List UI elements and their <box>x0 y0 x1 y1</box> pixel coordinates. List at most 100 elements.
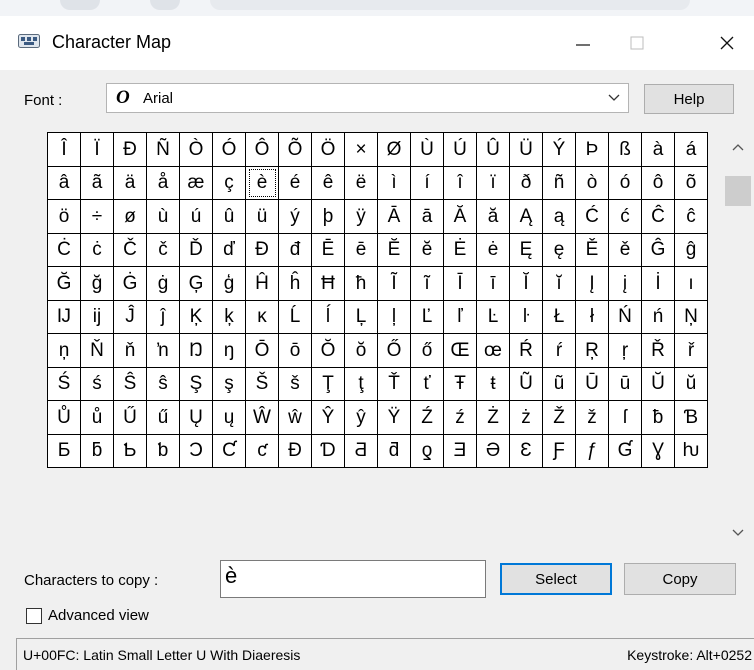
character-cell[interactable]: ŧ <box>476 366 510 401</box>
character-cell[interactable]: Ğ <box>47 266 81 301</box>
character-cell[interactable]: Þ <box>575 132 609 167</box>
character-cell[interactable]: ņ <box>47 333 81 368</box>
character-cell[interactable]: ė <box>476 232 510 267</box>
character-cell[interactable]: ƀ <box>641 400 675 435</box>
character-cell[interactable]: Ŀ <box>476 299 510 334</box>
character-cell[interactable]: ď <box>212 232 246 267</box>
character-cell[interactable]: ï <box>476 165 510 200</box>
character-cell[interactable]: Ŏ <box>311 333 345 368</box>
scrollbar-thumb[interactable] <box>725 176 751 206</box>
character-cell[interactable]: ÷ <box>80 199 114 234</box>
scroll-up-icon[interactable] <box>732 142 744 152</box>
character-cell[interactable]: Ŵ <box>245 400 279 435</box>
character-cell[interactable]: Ɔ <box>179 433 213 468</box>
character-cell[interactable]: Ƃ <box>47 433 81 468</box>
character-cell[interactable]: ç <box>212 165 246 200</box>
grid-scrollbar[interactable] <box>722 132 754 546</box>
maximize-button[interactable] <box>610 16 664 70</box>
character-cell[interactable]: ē <box>344 232 378 267</box>
character-cell[interactable]: İ <box>641 266 675 301</box>
character-cell[interactable]: Ñ <box>146 132 180 167</box>
character-cell[interactable]: ī <box>476 266 510 301</box>
character-cell[interactable]: Ə <box>476 433 510 468</box>
character-cell[interactable]: Ż <box>476 400 510 435</box>
character-cell[interactable]: Õ <box>278 132 312 167</box>
character-cell[interactable]: Ÿ <box>377 400 411 435</box>
character-cell[interactable]: Ġ <box>113 266 147 301</box>
character-cell[interactable]: Ň <box>80 333 114 368</box>
character-cell[interactable]: å <box>146 165 180 200</box>
character-cell[interactable]: ë <box>344 165 378 200</box>
character-cell[interactable]: Ŋ <box>179 333 213 368</box>
close-button[interactable] <box>700 16 754 70</box>
character-cell[interactable]: ĭ <box>542 266 576 301</box>
character-cell[interactable]: Ŗ <box>575 333 609 368</box>
character-cell[interactable]: ķ <box>212 299 246 334</box>
character-cell[interactable]: Ĥ <box>245 266 279 301</box>
character-cell[interactable]: ƃ <box>80 433 114 468</box>
character-cell[interactable]: Ɣ <box>641 433 675 468</box>
character-cell[interactable]: Ź <box>410 400 444 435</box>
help-button[interactable]: Help <box>644 84 734 114</box>
character-cell[interactable]: Ø <box>377 132 411 167</box>
character-cell[interactable]: × <box>344 132 378 167</box>
character-cell[interactable]: Ť <box>377 366 411 401</box>
character-cell[interactable]: Ɗ <box>311 433 345 468</box>
character-cell[interactable]: ň <box>113 333 147 368</box>
character-cell[interactable]: Ć <box>575 199 609 234</box>
character-cell[interactable]: Û <box>476 132 510 167</box>
character-cell[interactable]: Ă <box>443 199 477 234</box>
character-cell[interactable]: ł <box>575 299 609 334</box>
copy-button[interactable]: Copy <box>624 563 736 595</box>
character-cell[interactable]: ù <box>146 199 180 234</box>
character-cell[interactable]: ŝ <box>146 366 180 401</box>
character-cell[interactable]: Ƌ <box>344 433 378 468</box>
character-cell[interactable]: Ö <box>311 132 345 167</box>
character-cell[interactable]: Ó <box>212 132 246 167</box>
character-cell[interactable]: ô <box>641 165 675 200</box>
character-cell[interactable]: ě <box>608 232 642 267</box>
character-cell[interactable]: Ƒ <box>542 433 576 468</box>
character-cell[interactable]: Œ <box>443 333 477 368</box>
character-cell[interactable]: ŭ <box>674 366 708 401</box>
character-cell[interactable]: ŉ <box>146 333 180 368</box>
character-cell[interactable]: û <box>212 199 246 234</box>
character-cell[interactable]: Î <box>47 132 81 167</box>
character-cell[interactable]: Ü <box>509 132 543 167</box>
character-cell[interactable]: Ï <box>80 132 114 167</box>
character-cell[interactable]: Ű <box>113 400 147 435</box>
character-cell[interactable]: ß <box>608 132 642 167</box>
character-cell[interactable]: ċ <box>80 232 114 267</box>
character-cell[interactable]: Ş <box>179 366 213 401</box>
character-cell[interactable]: Ý <box>542 132 576 167</box>
character-cell[interactable]: ĝ <box>674 232 708 267</box>
character-cell[interactable]: Ð <box>113 132 147 167</box>
character-cell[interactable]: ŕ <box>542 333 576 368</box>
character-cell[interactable]: ĵ <box>146 299 180 334</box>
character-cell[interactable]: á <box>674 132 708 167</box>
character-cell[interactable]: Ĕ <box>377 232 411 267</box>
character-cell[interactable]: Ł <box>542 299 576 334</box>
character-cell[interactable]: Ď <box>179 232 213 267</box>
character-cell[interactable]: ę <box>542 232 576 267</box>
character-cell[interactable]: ƌ <box>377 433 411 468</box>
scroll-down-icon[interactable] <box>732 528 744 538</box>
character-cell[interactable]: Ú <box>443 132 477 167</box>
character-cell[interactable]: ż <box>509 400 543 435</box>
character-cell[interactable]: Ĵ <box>113 299 147 334</box>
character-cell[interactable]: ő <box>410 333 444 368</box>
advanced-view-toggle[interactable]: Advanced view <box>26 607 149 624</box>
character-cell[interactable]: î <box>443 165 477 200</box>
character-cell[interactable]: Ž <box>542 400 576 435</box>
character-cell[interactable]: Ņ <box>674 299 708 334</box>
character-cell[interactable]: í <box>410 165 444 200</box>
character-cell[interactable]: Ļ <box>344 299 378 334</box>
character-cell[interactable]: ŋ <box>212 333 246 368</box>
character-cell[interactable]: ř <box>674 333 708 368</box>
character-cell[interactable]: ş <box>212 366 246 401</box>
character-cell[interactable]: ų <box>212 400 246 435</box>
character-cell[interactable]: Ɓ <box>674 400 708 435</box>
character-cell[interactable]: Đ <box>245 232 279 267</box>
character-cell[interactable]: ŏ <box>344 333 378 368</box>
character-cell[interactable]: ŵ <box>278 400 312 435</box>
